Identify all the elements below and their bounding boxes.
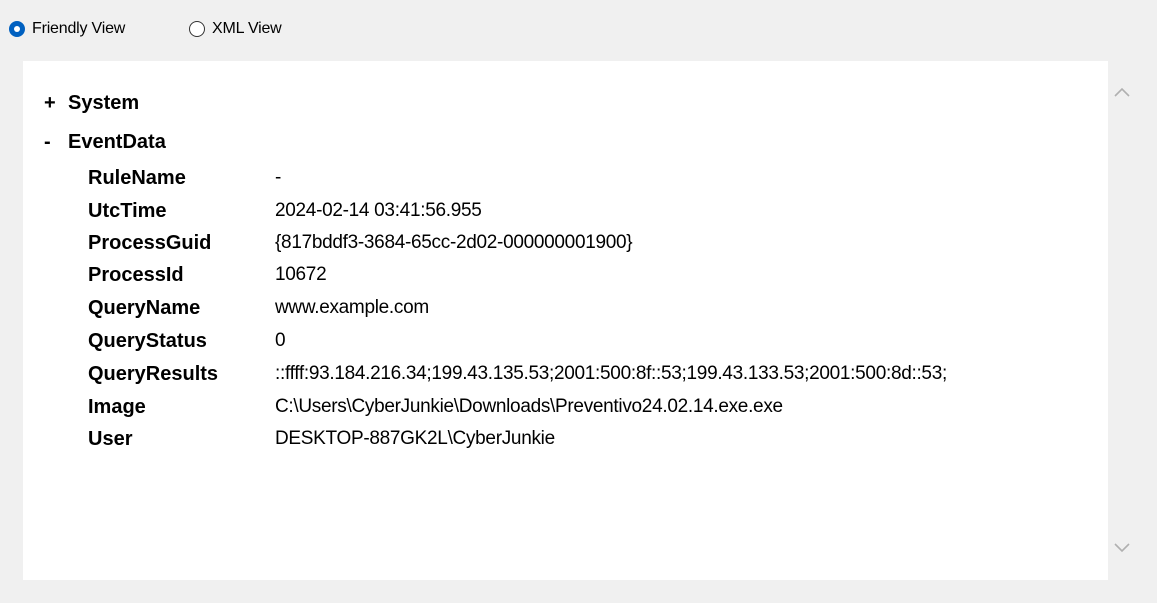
field-value: 0 bbox=[275, 330, 286, 351]
chevron-down-icon[interactable] bbox=[1113, 539, 1131, 557]
radio-selected-icon[interactable] bbox=[9, 21, 25, 37]
field-key: QueryStatus bbox=[88, 329, 207, 352]
field-key: UtcTime bbox=[88, 199, 167, 222]
field-row-image: Image C:\Users\CyberJunkie\Downloads\Pre… bbox=[88, 393, 783, 421]
system-section-label: System bbox=[68, 91, 140, 114]
field-key: RuleName bbox=[88, 166, 186, 189]
field-value: ::ffff:93.184.216.34;199.43.135.53;2001:… bbox=[275, 363, 947, 384]
field-value: 10672 bbox=[275, 264, 327, 285]
field-key: QueryResults bbox=[88, 362, 219, 385]
field-value: www.example.com bbox=[275, 297, 429, 318]
field-key: ProcessGuid bbox=[88, 231, 212, 254]
field-row-queryname: QueryName www.example.com bbox=[88, 294, 429, 322]
friendly-view-label[interactable]: Friendly View bbox=[32, 20, 125, 38]
field-value: - bbox=[275, 167, 282, 188]
field-key: User bbox=[88, 427, 133, 450]
xml-view-label[interactable]: XML View bbox=[212, 20, 282, 38]
field-value: {817bddf3-3684-65cc-2d02-000000001900} bbox=[275, 232, 633, 253]
field-row-processid: ProcessId 10672 bbox=[88, 261, 327, 289]
chevron-up-icon[interactable] bbox=[1113, 83, 1131, 101]
field-row-rulename: RuleName - bbox=[88, 164, 281, 192]
field-row-processguid: ProcessGuid {817bddf3-3684-65cc-2d02-000… bbox=[88, 229, 633, 257]
eventdata-section[interactable]: - EventData bbox=[44, 129, 166, 155]
expand-toggle[interactable]: + bbox=[44, 92, 68, 115]
xml-view-radio[interactable]: XML View bbox=[189, 18, 282, 40]
field-row-querystatus: QueryStatus 0 bbox=[88, 327, 286, 355]
eventdata-section-label: EventData bbox=[68, 130, 166, 153]
field-value: DESKTOP-887GK2L\CyberJunkie bbox=[275, 428, 555, 449]
radio-unselected-icon[interactable] bbox=[189, 21, 205, 37]
field-key: ProcessId bbox=[88, 263, 184, 286]
friendly-view-radio[interactable]: Friendly View bbox=[9, 18, 125, 40]
field-key: Image bbox=[88, 395, 146, 418]
system-section[interactable]: + System bbox=[44, 90, 139, 116]
view-mode-selector: Friendly View XML View bbox=[0, 0, 1157, 58]
field-value: 2024-02-14 03:41:56.955 bbox=[275, 200, 482, 221]
vertical-scrollbar[interactable] bbox=[1108, 61, 1136, 580]
field-value: C:\Users\CyberJunkie\Downloads\Preventiv… bbox=[275, 396, 783, 417]
field-row-utctime: UtcTime 2024-02-14 03:41:56.955 bbox=[88, 197, 482, 225]
field-row-queryresults: QueryResults ::ffff:93.184.216.34;199.43… bbox=[88, 360, 947, 388]
field-key: QueryName bbox=[88, 296, 201, 319]
collapse-toggle[interactable]: - bbox=[44, 131, 68, 154]
field-row-user: User DESKTOP-887GK2L\CyberJunkie bbox=[88, 425, 555, 453]
